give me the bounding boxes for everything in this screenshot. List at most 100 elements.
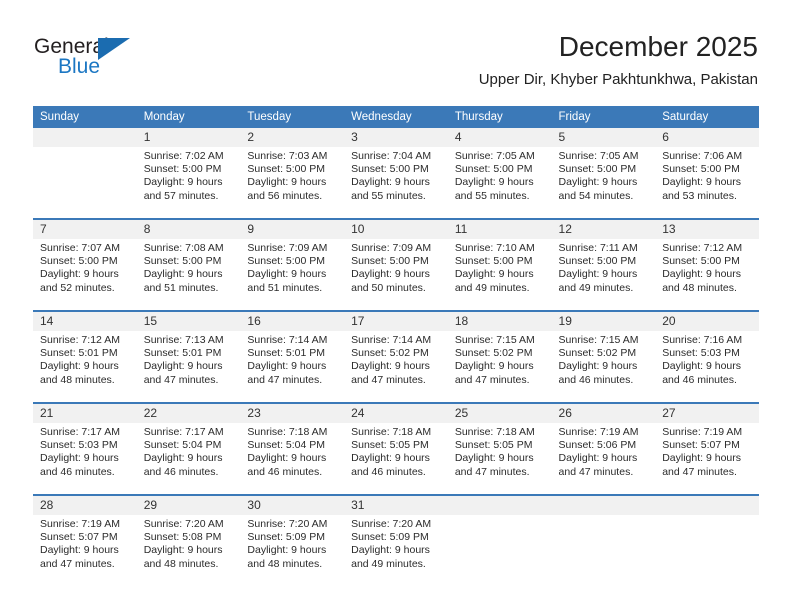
day-cell[interactable]: 13 Sunrise: 7:12 AM Sunset: 5:00 PM Dayl… [655, 218, 759, 311]
sunrise-text: Sunrise: 7:12 AM [40, 334, 120, 346]
sunrise-text: Sunrise: 7:03 AM [247, 150, 328, 162]
day-number: 24 [344, 404, 448, 423]
daylight-text-line2: and 53 minutes. [662, 189, 737, 202]
day-cell[interactable]: 1 Sunrise: 7:02 AM Sunset: 5:00 PM Dayli… [136, 128, 241, 219]
sunset-text: Sunset: 5:00 PM [351, 255, 429, 268]
day-cell[interactable]: 8 Sunrise: 7:08 AM Sunset: 5:00 PM Dayli… [136, 218, 241, 311]
calendar-grid: Sunday Monday Tuesday Wednesday Thursday… [33, 106, 759, 586]
weekday-header-saturday: Saturday [655, 106, 759, 128]
day-cell[interactable]: 15 Sunrise: 7:13 AM Sunset: 5:01 PM Dayl… [136, 310, 241, 403]
sunset-text: Sunset: 5:00 PM [143, 255, 222, 268]
sunset-text: Sunset: 5:00 PM [662, 255, 740, 268]
daylight-text-line2: and 48 minutes. [662, 281, 737, 294]
day-info: Sunrise: 7:09 AM Sunset: 5:00 PM Dayligh… [240, 239, 344, 295]
day-cell[interactable]: 5 Sunrise: 7:05 AM Sunset: 5:00 PM Dayli… [551, 128, 656, 219]
day-cell[interactable]: 19 Sunrise: 7:15 AM Sunset: 5:02 PM Dayl… [551, 310, 656, 403]
daylight-text-line1: Daylight: 9 hours [40, 544, 119, 557]
day-cell[interactable]: 10 Sunrise: 7:09 AM Sunset: 5:00 PM Dayl… [344, 218, 448, 311]
sunset-text: Sunset: 5:00 PM [454, 163, 533, 176]
daylight-text-line1: Daylight: 9 hours [662, 268, 742, 281]
daylight-text-line1: Daylight: 9 hours [558, 268, 638, 281]
daylight-text-line1: Daylight: 9 hours [40, 268, 119, 281]
day-number: 20 [655, 312, 759, 331]
daylight-text-line2: and 47 minutes. [454, 465, 530, 478]
day-number: 23 [240, 404, 345, 423]
daylight-text-line2: and 55 minutes. [351, 189, 426, 202]
page-title: December 2025 [558, 31, 758, 62]
daylight-text-line2: and 52 minutes. [40, 281, 115, 294]
day-cell[interactable]: 22 Sunrise: 7:17 AM Sunset: 5:04 PM Dayl… [136, 402, 241, 495]
day-cell[interactable]: 26 Sunrise: 7:19 AM Sunset: 5:06 PM Dayl… [551, 402, 656, 495]
sunset-text: Sunset: 5:07 PM [40, 531, 118, 544]
calendar-week-row: 1 Sunrise: 7:02 AM Sunset: 5:00 PM Dayli… [33, 128, 759, 219]
sunrise-text: Sunrise: 7:15 AM [558, 334, 639, 346]
day-cell[interactable]: 16 Sunrise: 7:14 AM Sunset: 5:01 PM Dayl… [240, 310, 345, 403]
day-cell[interactable]: 25 Sunrise: 7:18 AM Sunset: 5:05 PM Dayl… [447, 402, 552, 495]
day-cell[interactable]: 6 Sunrise: 7:06 AM Sunset: 5:00 PM Dayli… [655, 128, 759, 219]
calendar-body: 1 Sunrise: 7:02 AM Sunset: 5:00 PM Dayli… [33, 128, 759, 586]
day-number: 12 [551, 220, 656, 239]
daylight-text-line2: and 46 minutes. [40, 465, 115, 478]
sunrise-text: Sunrise: 7:19 AM [558, 426, 639, 438]
day-number [33, 128, 137, 147]
day-number [655, 496, 759, 515]
day-number: 14 [33, 312, 137, 331]
page-header: General Blue December 2025 Upper Dir, Kh… [0, 0, 792, 106]
daylight-text-line2: and 54 minutes. [558, 189, 634, 202]
day-cell[interactable]: 20 Sunrise: 7:16 AM Sunset: 5:03 PM Dayl… [655, 310, 759, 403]
day-cell[interactable]: 3 Sunrise: 7:04 AM Sunset: 5:00 PM Dayli… [344, 128, 448, 219]
sunset-text: Sunset: 5:05 PM [351, 439, 429, 452]
day-cell[interactable]: 27 Sunrise: 7:19 AM Sunset: 5:07 PM Dayl… [655, 402, 759, 495]
sunrise-text: Sunrise: 7:11 AM [558, 242, 638, 254]
day-info: Sunrise: 7:09 AM Sunset: 5:00 PM Dayligh… [344, 239, 448, 295]
sunset-text: Sunset: 5:01 PM [247, 347, 326, 360]
sunset-text: Sunset: 5:00 PM [40, 255, 118, 268]
day-cell[interactable]: 17 Sunrise: 7:14 AM Sunset: 5:02 PM Dayl… [344, 310, 448, 403]
generalblue-logo[interactable]: General Blue [34, 36, 154, 88]
day-cell[interactable]: 31 Sunrise: 7:20 AM Sunset: 5:09 PM Dayl… [344, 494, 448, 586]
daylight-text-line2: and 56 minutes. [247, 189, 323, 202]
day-cell[interactable]: 18 Sunrise: 7:15 AM Sunset: 5:02 PM Dayl… [447, 310, 552, 403]
daylight-text-line2: and 48 minutes. [40, 373, 115, 386]
day-cell[interactable]: 2 Sunrise: 7:03 AM Sunset: 5:00 PM Dayli… [240, 128, 345, 219]
day-cell[interactable]: 23 Sunrise: 7:18 AM Sunset: 5:04 PM Dayl… [240, 402, 345, 495]
sunset-text: Sunset: 5:01 PM [143, 347, 222, 360]
daylight-text-line2: and 46 minutes. [143, 465, 219, 478]
sunrise-text: Sunrise: 7:09 AM [247, 242, 328, 254]
daylight-text-line2: and 51 minutes. [143, 281, 219, 294]
day-cell[interactable]: 11 Sunrise: 7:10 AM Sunset: 5:00 PM Dayl… [447, 218, 552, 311]
sunrise-text: Sunrise: 7:02 AM [143, 150, 224, 162]
day-cell[interactable]: 21 Sunrise: 7:17 AM Sunset: 5:03 PM Dayl… [33, 402, 137, 495]
day-info: Sunrise: 7:20 AM Sunset: 5:09 PM Dayligh… [344, 515, 448, 571]
day-cell[interactable]: 14 Sunrise: 7:12 AM Sunset: 5:01 PM Dayl… [33, 310, 137, 403]
sunset-text: Sunset: 5:03 PM [40, 439, 118, 452]
day-cell[interactable]: 12 Sunrise: 7:11 AM Sunset: 5:00 PM Dayl… [551, 218, 656, 311]
day-cell[interactable]: 7 Sunrise: 7:07 AM Sunset: 5:00 PM Dayli… [33, 218, 137, 311]
daylight-text-line1: Daylight: 9 hours [40, 360, 119, 373]
daylight-text-line1: Daylight: 9 hours [351, 176, 430, 189]
day-number: 13 [655, 220, 759, 239]
calendar-week-row: 21 Sunrise: 7:17 AM Sunset: 5:03 PM Dayl… [33, 402, 759, 495]
weekday-header-thursday: Thursday [447, 106, 552, 128]
sunset-text: Sunset: 5:02 PM [351, 347, 429, 360]
sunrise-text: Sunrise: 7:10 AM [454, 242, 535, 254]
day-cell[interactable]: 29 Sunrise: 7:20 AM Sunset: 5:08 PM Dayl… [136, 494, 241, 586]
sunrise-text: Sunrise: 7:09 AM [351, 242, 432, 254]
daylight-text-line1: Daylight: 9 hours [143, 176, 223, 189]
day-cell[interactable]: 24 Sunrise: 7:18 AM Sunset: 5:05 PM Dayl… [344, 402, 448, 495]
daylight-text-line2: and 48 minutes. [247, 557, 323, 570]
logo-triangle-icon [98, 38, 130, 60]
sunrise-text: Sunrise: 7:19 AM [40, 518, 120, 530]
day-info: Sunrise: 7:13 AM Sunset: 5:01 PM Dayligh… [137, 331, 241, 387]
day-cell-empty [551, 494, 656, 586]
daylight-text-line1: Daylight: 9 hours [351, 544, 430, 557]
day-cell[interactable]: 4 Sunrise: 7:05 AM Sunset: 5:00 PM Dayli… [447, 128, 552, 219]
day-number: 11 [447, 220, 552, 239]
day-cell[interactable]: 9 Sunrise: 7:09 AM Sunset: 5:00 PM Dayli… [240, 218, 345, 311]
day-cell[interactable]: 30 Sunrise: 7:20 AM Sunset: 5:09 PM Dayl… [240, 494, 345, 586]
day-info: Sunrise: 7:16 AM Sunset: 5:03 PM Dayligh… [655, 331, 759, 387]
day-cell[interactable]: 28 Sunrise: 7:19 AM Sunset: 5:07 PM Dayl… [33, 494, 137, 586]
daylight-text-line1: Daylight: 9 hours [558, 452, 638, 465]
page-subtitle: Upper Dir, Khyber Pakhtunkhwa, Pakistan [478, 71, 758, 88]
daylight-text-line2: and 57 minutes. [143, 189, 219, 202]
